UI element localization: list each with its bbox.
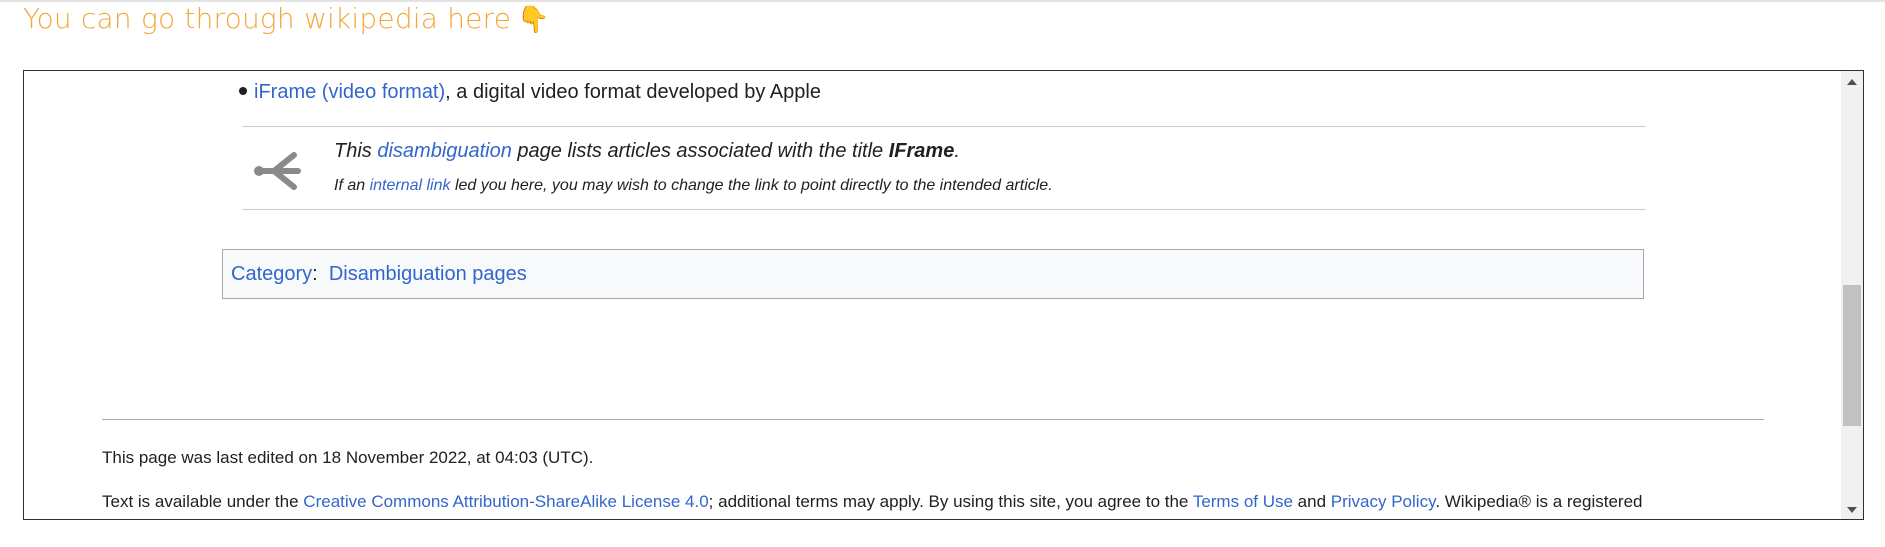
disambiguation-text: This disambiguation page lists articles …: [334, 140, 960, 163]
dab-text-pre: This: [334, 140, 378, 162]
category-box: Category: Disambiguation pages: [222, 249, 1644, 299]
wikipedia-iframe[interactable]: iFrame (video format), a digital video f…: [23, 70, 1864, 520]
footer-divider: [102, 419, 1764, 420]
section-heading: You can go through wikipedia here 👇: [23, 2, 550, 35]
disambiguation-icon: [254, 152, 301, 190]
category-item-disambiguation-pages[interactable]: Disambiguation pages: [329, 263, 527, 285]
dab-title: IFrame: [888, 140, 955, 162]
iframe-video-format-link[interactable]: iFrame (video format): [254, 81, 445, 103]
disambiguation-link[interactable]: disambiguation: [377, 140, 512, 162]
category-separator: :: [312, 263, 318, 285]
category-link[interactable]: Category: [231, 263, 312, 285]
pointing-down-icon: 👇: [517, 5, 550, 35]
license-post: . Wikipedia® is a registered: [1435, 492, 1643, 511]
scrollbar-thumb[interactable]: [1843, 285, 1861, 426]
wikipedia-page: iFrame (video format), a digital video f…: [24, 71, 1842, 519]
disambiguation-notice: This disambiguation page lists articles …: [242, 126, 1646, 210]
privacy-policy-link[interactable]: Privacy Policy: [1331, 492, 1436, 511]
terms-of-use-link[interactable]: Terms of Use: [1193, 492, 1293, 511]
license-and: and: [1292, 492, 1331, 511]
license-mid: ; additional terms may apply. By using t…: [708, 492, 1193, 511]
bullet-icon: [239, 86, 247, 95]
internal-link[interactable]: internal link: [370, 177, 451, 194]
iframe-scrollbar[interactable]: [1841, 71, 1863, 519]
license-pre: Text is available under the: [102, 492, 304, 511]
last-edited-text: This page was last edited on 18 November…: [102, 448, 594, 467]
scroll-down-arrow-icon[interactable]: [1841, 499, 1863, 519]
scroll-up-arrow-icon[interactable]: [1841, 71, 1863, 93]
heading-text: You can go through wikipedia here: [23, 2, 512, 35]
hint-post: led you here, you may wish to change the…: [450, 177, 1053, 194]
list-item: iFrame (video format), a digital video f…: [239, 81, 821, 104]
dab-text-end: .: [954, 140, 960, 162]
cc-license-link[interactable]: Creative Commons Attribution-ShareAlike …: [303, 492, 708, 511]
hint-pre: If an: [334, 177, 370, 194]
list-item-text: , a digital video format developed by Ap…: [445, 81, 821, 103]
dab-text-mid: page lists articles associated with the …: [511, 140, 889, 162]
license-text: Text is available under the Creative Com…: [102, 492, 1642, 512]
disambiguation-hint: If an internal link led you here, you ma…: [334, 177, 1053, 195]
